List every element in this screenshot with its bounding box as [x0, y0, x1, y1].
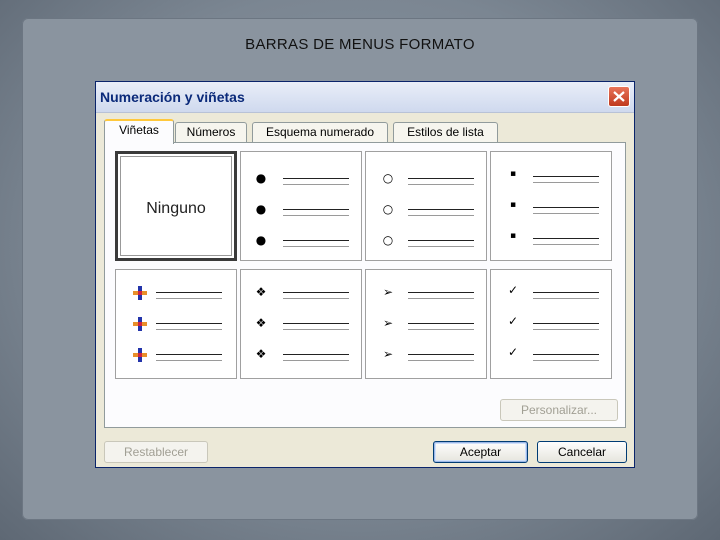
checkmark-bullet-icon: ✓	[507, 283, 519, 297]
bullet-option-diamond-dots[interactable]: ❖ ❖ ❖	[240, 269, 362, 379]
ok-button[interactable]: Aceptar	[433, 441, 528, 463]
arrow-bullet-icon: ➢	[382, 347, 394, 361]
filled-circle-bullet-icon: ●	[255, 202, 267, 216]
square-bullet-icon: ▪	[509, 169, 517, 179]
hollow-circle-bullet-icon: ○	[382, 202, 394, 216]
picture-bullet-icon	[133, 317, 147, 331]
bullet-option-arrow[interactable]: ➢ ➢ ➢	[365, 269, 487, 379]
tab-estilos-de-lista[interactable]: Estilos de lista	[393, 122, 498, 142]
diamond-dots-bullet-icon: ❖	[255, 285, 267, 299]
dialog-title: Numeración y viñetas	[100, 89, 245, 105]
square-bullet-icon: ▪	[509, 200, 517, 210]
tab-panel-vinetas: Ninguno ● ● ● ○ ○ ○ ▪ ▪ ▪ ❖ ❖ ❖ ➢ ➢ ➢ ✓ …	[104, 142, 626, 428]
arrow-bullet-icon: ➢	[382, 285, 394, 299]
cancel-button[interactable]: Cancelar	[537, 441, 627, 463]
tab-numeros[interactable]: Números	[175, 122, 247, 142]
close-icon	[613, 91, 625, 102]
customize-button[interactable]: Personalizar...	[500, 399, 618, 421]
tab-vinetas[interactable]: Viñetas	[104, 119, 174, 144]
slide-title: BARRAS DE MENUS FORMATO	[245, 36, 475, 53]
dialog-titlebar[interactable]: Numeración y viñetas	[96, 82, 634, 113]
hollow-circle-bullet-icon: ○	[382, 171, 394, 185]
diamond-dots-bullet-icon: ❖	[255, 347, 267, 361]
picture-bullet-icon	[133, 348, 147, 362]
bullet-option-checkmark[interactable]: ✓ ✓ ✓	[490, 269, 612, 379]
none-label: Ninguno	[146, 200, 206, 217]
close-button[interactable]	[608, 86, 630, 107]
hollow-circle-bullet-icon: ○	[382, 233, 394, 247]
square-bullet-icon: ▪	[509, 231, 517, 241]
filled-circle-bullet-icon: ●	[255, 171, 267, 185]
filled-circle-bullet-icon: ●	[255, 233, 267, 247]
arrow-bullet-icon: ➢	[382, 316, 394, 330]
bullet-option-none[interactable]: Ninguno	[115, 151, 237, 261]
bullet-option-square[interactable]: ▪ ▪ ▪	[490, 151, 612, 261]
picture-bullet-icon	[133, 286, 147, 300]
tab-esquema-numerado[interactable]: Esquema numerado	[252, 122, 388, 142]
diamond-dots-bullet-icon: ❖	[255, 316, 267, 330]
checkmark-bullet-icon: ✓	[507, 345, 519, 359]
bullets-numbering-dialog: Numeración y viñetas Viñetas Números Esq…	[95, 81, 635, 468]
bullet-option-filled-circle[interactable]: ● ● ●	[240, 151, 362, 261]
bullet-option-hollow-circle[interactable]: ○ ○ ○	[365, 151, 487, 261]
bullet-option-picture[interactable]	[115, 269, 237, 379]
reset-button[interactable]: Restablecer	[104, 441, 208, 463]
checkmark-bullet-icon: ✓	[507, 314, 519, 328]
